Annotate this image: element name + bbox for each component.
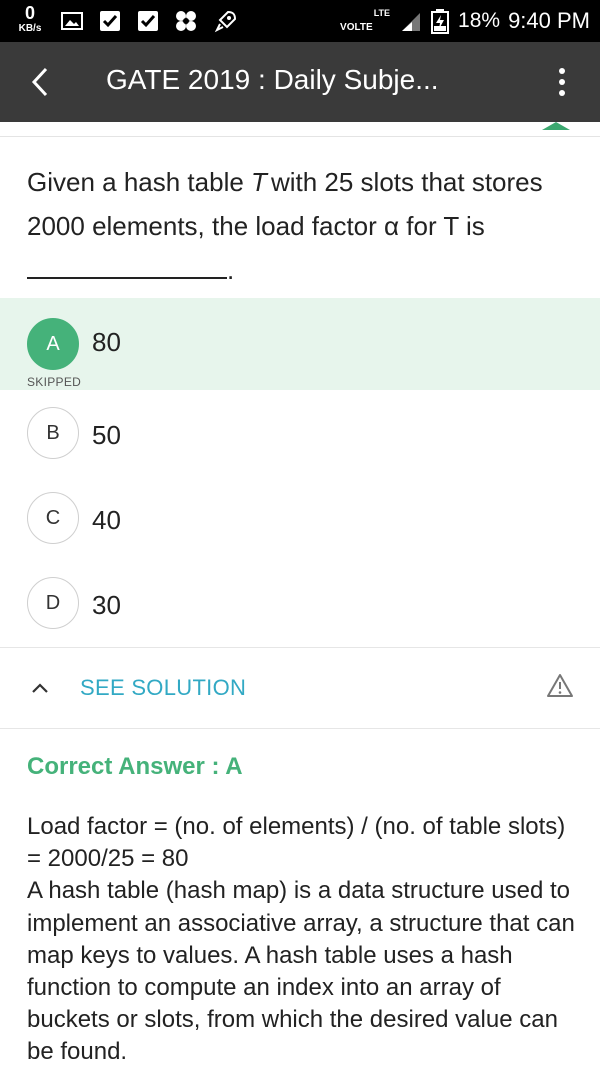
volte-label: VOLTE [340, 22, 373, 33]
option-letter-badge: B [27, 407, 79, 459]
checkbox-icon [138, 11, 158, 31]
question-text: Given a hash table Twith 25 slots that s… [27, 160, 572, 292]
back-arrow-icon [31, 67, 48, 97]
option-c[interactable]: C 40 [0, 475, 600, 561]
question-text-part1: Given a hash table [27, 167, 244, 197]
status-right: LTE VOLTE 18% 9:40 PM [340, 0, 590, 42]
bookmark-icon [542, 122, 570, 130]
see-solution-toggle[interactable]: SEE SOLUTION [0, 648, 600, 728]
solution-explanation: Load factor = (no. of elements) / (no. o… [27, 811, 583, 1066]
skipped-label: SKIPPED [27, 375, 82, 389]
battery-icon [431, 9, 450, 34]
correct-answer: Correct Answer : A [27, 753, 243, 780]
checkbox-icon [100, 11, 120, 31]
option-letter-badge: D [27, 577, 79, 629]
back-button[interactable] [22, 64, 58, 100]
option-letter-badge: A [27, 318, 79, 370]
option-letter-badge: C [27, 492, 79, 544]
clock: 9:40 PM [508, 8, 590, 33]
lte-label: LTE [373, 8, 391, 18]
explanation-line-1: Load factor = (no. of elements) / (no. o… [27, 813, 566, 873]
more-vert-icon [559, 68, 565, 74]
option-text: 40 [92, 505, 121, 535]
answer-blank [27, 257, 227, 279]
option-text: 80 [92, 327, 121, 357]
app-bar: GATE 2019 : Daily Subje... [0, 42, 600, 122]
rocket-icon [214, 10, 237, 33]
question-text-end: . [227, 255, 235, 285]
flower-icon [176, 11, 196, 31]
divider [0, 728, 600, 729]
battery-percent: 18% [458, 9, 501, 32]
status-bar: 0 KB/s LTE VOLTE 18% 9:40 PM [0, 0, 600, 42]
page-title: GATE 2019 : Daily Subje... [106, 64, 439, 95]
option-d[interactable]: D 30 [0, 560, 600, 646]
option-text: 50 [92, 420, 121, 450]
network-speed: 0 KB/s [8, 4, 52, 34]
network-speed-value: 0 [24, 3, 35, 23]
option-b[interactable]: B 50 [0, 390, 600, 476]
explanation-line-2: A hash table (hash map) is a data struct… [27, 877, 575, 1066]
signal-icon [402, 13, 421, 31]
chevron-up-icon [32, 683, 48, 693]
image-icon [61, 12, 83, 30]
report-warning-icon[interactable] [546, 672, 574, 700]
question-variable: T [251, 167, 267, 197]
option-text: 30 [92, 590, 121, 620]
more-vert-icon [559, 79, 565, 85]
volte-indicator: LTE VOLTE [340, 4, 392, 38]
network-speed-unit: KB/s [18, 23, 42, 34]
more-options-button[interactable] [546, 62, 578, 102]
see-solution-label: SEE SOLUTION [80, 675, 247, 700]
option-a[interactable]: A 80 SKIPPED [0, 298, 600, 390]
more-vert-icon [559, 90, 565, 96]
divider [0, 136, 600, 137]
